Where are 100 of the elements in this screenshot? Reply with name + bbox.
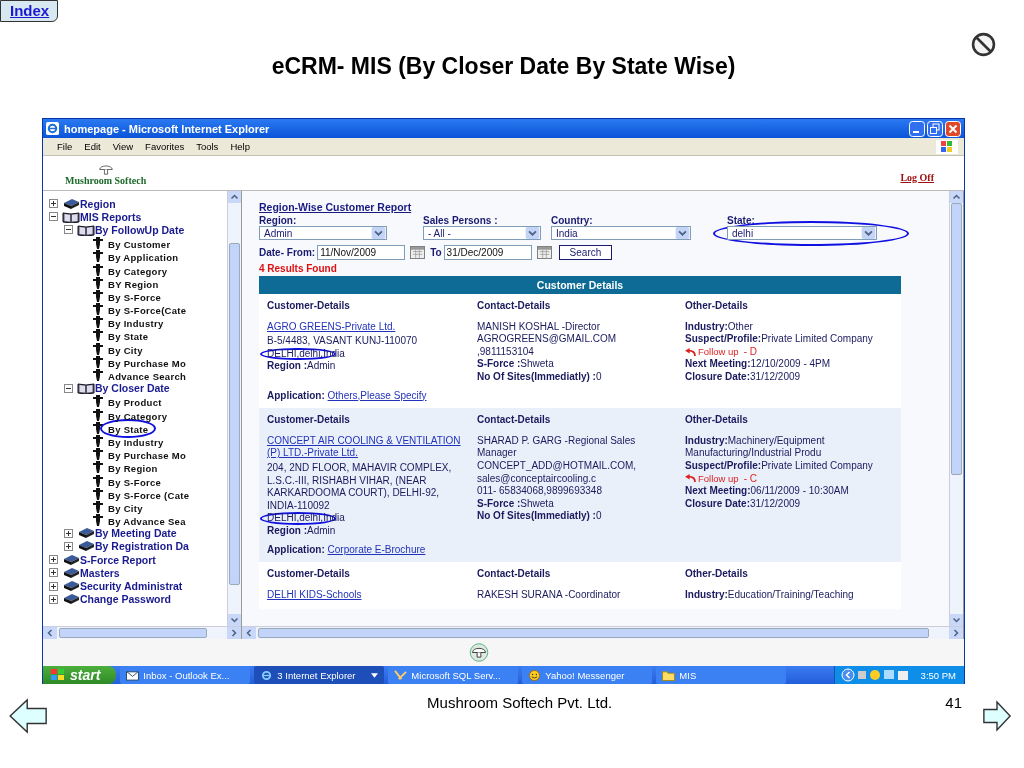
date-field[interactable]: 11/Nov/2009 [317, 245, 406, 260]
tree-item[interactable]: By Meeting Date [95, 527, 177, 540]
follow-up-link[interactable]: Follow up [698, 345, 739, 359]
book-icon [77, 527, 95, 540]
scrollbar[interactable] [949, 191, 963, 626]
forward-arrow-icon[interactable] [982, 698, 1012, 734]
dropdown[interactable]: delhi [727, 226, 877, 240]
clock: 3:50 PM [920, 669, 956, 681]
tree-item[interactable]: By Application [108, 252, 179, 264]
scroll-up-icon[interactable] [950, 191, 963, 203]
tree-item[interactable]: By State [108, 331, 149, 343]
dropdown[interactable]: - All - [423, 226, 541, 240]
tree-item[interactable]: By Customer [108, 239, 171, 251]
taskbar-button[interactable]: Microsoft SQL Serv... [388, 666, 519, 684]
tree-item[interactable]: By Region [108, 463, 158, 475]
start-button[interactable]: start [43, 666, 117, 684]
application-link[interactable]: Others,Please Specify [327, 389, 427, 401]
expand-icon[interactable] [49, 199, 58, 209]
menu-item[interactable]: Help [224, 141, 256, 152]
detail-field: Suspect/Profile:Private Limited Company [685, 459, 873, 471]
detail-text: sales@conceptaircooling.c [477, 472, 597, 484]
calendar-icon[interactable] [536, 246, 552, 259]
customer-link[interactable]: DELHI KIDS-Schools [267, 588, 465, 602]
tree-item[interactable]: By Advance Sea [108, 516, 186, 528]
tree-item[interactable]: By City [108, 502, 143, 514]
tree-item[interactable]: S-Force Report [80, 553, 156, 566]
customer-link[interactable]: CONCEPT AIR COOLING & VENTILATION (P) LTD.-Private Ltd. [267, 434, 465, 460]
detail-field: S-Force :Shweta [477, 358, 554, 370]
collapse-icon[interactable] [64, 225, 73, 235]
tree-item[interactable]: By S-Force(Cate [108, 305, 187, 317]
tree-item[interactable]: BY Region [108, 278, 159, 290]
scrollbar[interactable] [43, 626, 241, 639]
report-title-link[interactable]: Region-Wise Customer Report [259, 201, 949, 213]
expand-icon[interactable] [49, 555, 58, 565]
tree-item[interactable]: By Product [108, 397, 162, 409]
menu-item[interactable]: File [51, 141, 79, 152]
taskbar-button[interactable]: MIS [656, 666, 787, 684]
tree-item[interactable]: By State [108, 423, 149, 435]
dropdown[interactable]: India [551, 226, 691, 240]
tree-item[interactable]: By Industry [108, 436, 164, 448]
scroll-up-icon[interactable] [228, 191, 241, 203]
collapse-icon[interactable] [64, 383, 73, 393]
slide-title: eCRM- MIS (By Closer Date By State Wise) [270, 53, 737, 80]
tree-item[interactable]: By S-Force [108, 291, 162, 303]
restore-icon[interactable] [927, 120, 943, 137]
scrollbar[interactable] [227, 191, 241, 626]
tree-item[interactable]: Masters [80, 566, 120, 579]
tree-item[interactable]: Change Password [80, 593, 172, 606]
taskbar-button[interactable]: 3 Internet Explorer [254, 666, 385, 684]
column-heading: Contact-Details [477, 300, 552, 313]
scrollbar[interactable] [242, 626, 963, 639]
no-entry-icon[interactable] [971, 32, 996, 57]
application-link[interactable]: Corporate E-Brochure [327, 543, 426, 555]
taskbar-button[interactable]: Yahoo! Messenger [522, 666, 653, 684]
index-link[interactable]: Index [0, 0, 59, 22]
collapse-icon[interactable] [49, 212, 58, 222]
close-icon[interactable] [945, 120, 961, 137]
taskbar-button[interactable]: Inbox - Outlook Ex... [120, 666, 251, 684]
expand-icon[interactable] [49, 568, 58, 578]
expand-icon[interactable] [49, 594, 58, 604]
tree-item[interactable]: By FollowUp Date [95, 223, 185, 236]
tree-item[interactable]: Security Administrat [80, 580, 183, 593]
dropdown[interactable]: Admin [259, 226, 387, 240]
tree-item[interactable]: Advance Search [108, 371, 187, 383]
scroll-down-icon[interactable] [228, 614, 241, 626]
tree-item[interactable]: By S-Force (Cate [108, 489, 190, 501]
expand-icon[interactable] [49, 581, 58, 591]
menu-item[interactable]: View [106, 141, 140, 152]
menu-item[interactable]: Favorites [139, 141, 191, 152]
customer-link[interactable]: AGRO GREENS-Private Ltd. [267, 320, 465, 334]
scroll-down-icon[interactable] [950, 614, 963, 626]
scroll-right-icon[interactable] [949, 627, 963, 639]
menu-item[interactable]: Edit [78, 141, 107, 152]
tree-item[interactable]: By Purchase Mo [108, 357, 187, 369]
tree-item[interactable]: By Closer Date [95, 382, 170, 395]
expand-icon[interactable] [64, 541, 73, 551]
scroll-left-icon[interactable] [43, 627, 57, 639]
log-off-link[interactable]: Log Off [900, 172, 934, 183]
detail-text: MANISH KOSHAL -Director [477, 320, 600, 332]
tree-item[interactable]: By Registration Da [95, 540, 189, 553]
tree-item[interactable]: By City [108, 344, 143, 356]
tree-item[interactable]: By Category [108, 265, 168, 277]
scroll-left-icon[interactable] [242, 627, 256, 639]
follow-up-link[interactable]: Follow up [698, 472, 739, 486]
tree-item[interactable]: Region [80, 197, 116, 210]
windows-flag-icon [51, 669, 65, 681]
windows-flag-icon [936, 139, 958, 154]
date-field[interactable]: 31/Dec/2009 [443, 245, 532, 260]
tree-item[interactable]: By Category [108, 410, 168, 422]
tree-item[interactable]: By S-Force [108, 476, 162, 488]
tree-item[interactable]: By Industry [108, 318, 164, 330]
expand-icon[interactable] [64, 528, 73, 538]
minimize-icon[interactable] [909, 120, 925, 137]
search-button[interactable]: Search [558, 245, 613, 260]
tree-item[interactable]: By Purchase Mo [108, 450, 187, 462]
book-icon [62, 593, 80, 606]
calendar-icon[interactable] [410, 246, 426, 259]
tree-item[interactable]: MIS Reports [80, 210, 142, 223]
scroll-right-icon[interactable] [227, 627, 241, 639]
menu-item[interactable]: Tools [190, 141, 225, 152]
